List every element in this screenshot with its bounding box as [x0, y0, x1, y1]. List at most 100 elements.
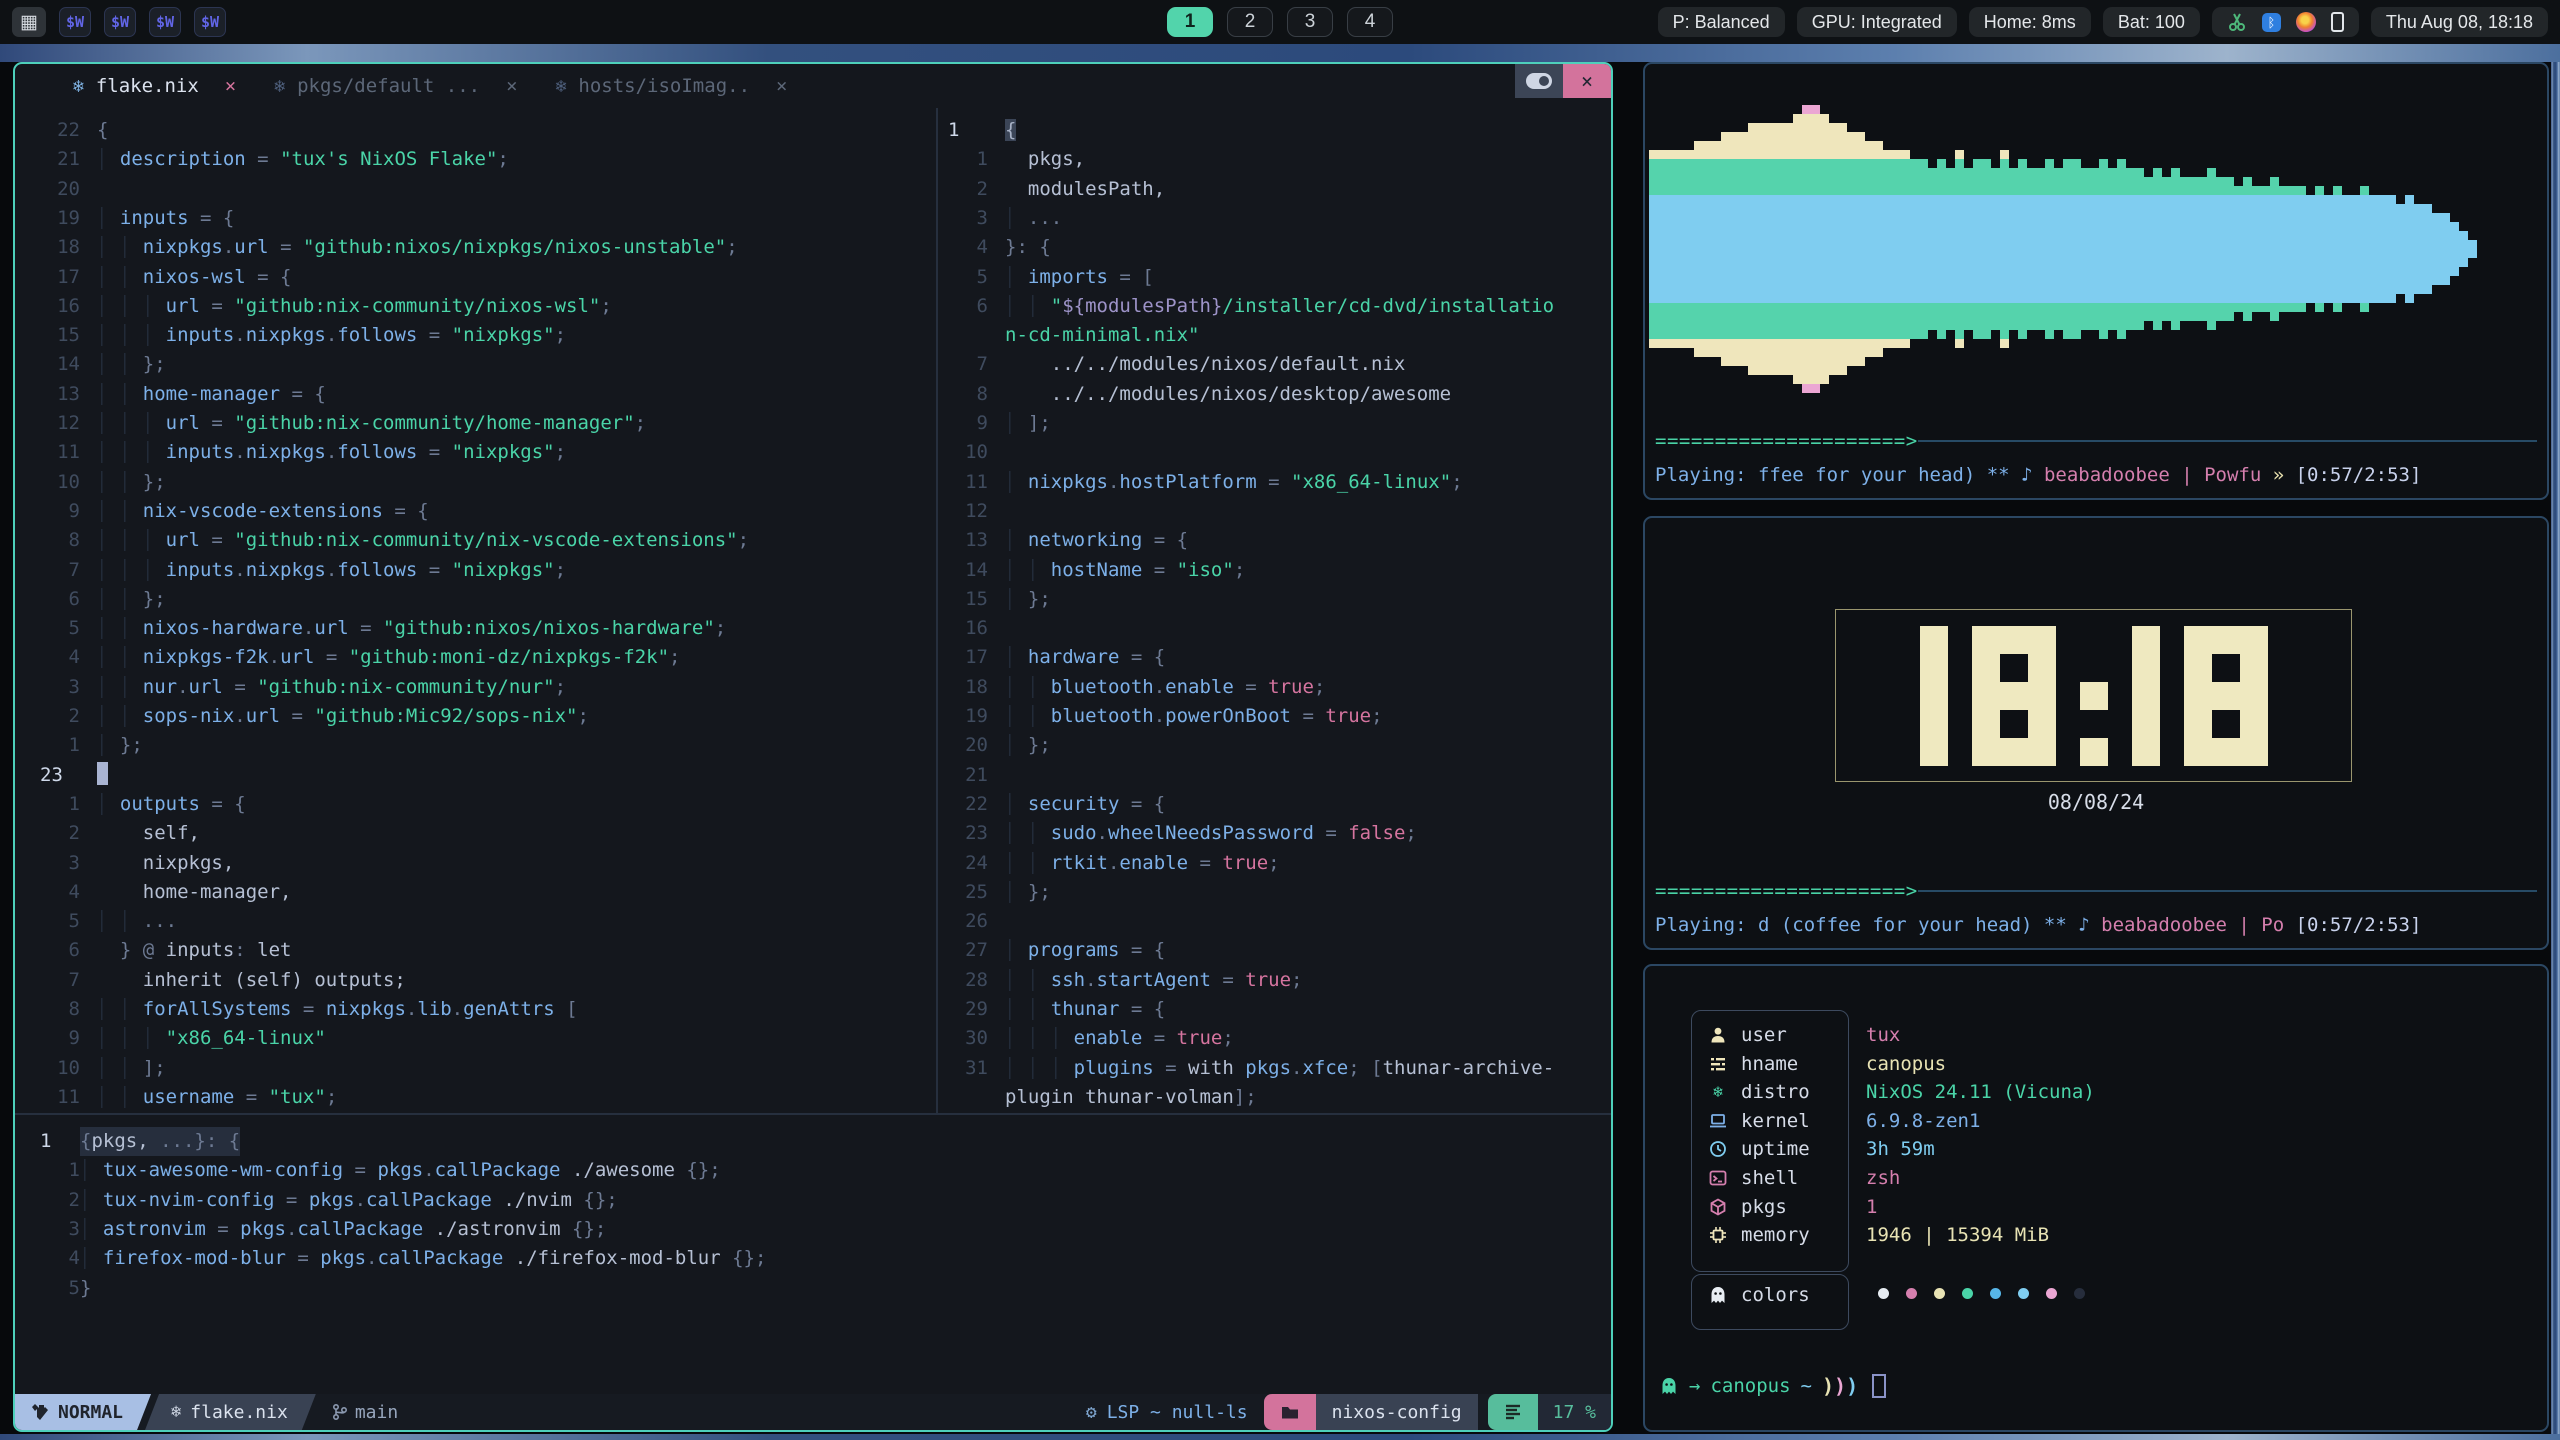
clock-digits [1920, 626, 2268, 766]
workspace-pill[interactable]: $W [194, 7, 226, 37]
viz-seg-blue [2207, 195, 2216, 303]
workspace-pill[interactable]: $W [59, 7, 91, 37]
terminal-cursor [1872, 1374, 1886, 1398]
viz-seg-green [2108, 303, 2117, 330]
viz-seg-green [1739, 303, 1748, 339]
workspace-pill[interactable]: $W [149, 7, 181, 37]
viz-seg-green [2045, 303, 2054, 339]
viz-bar [2333, 105, 2342, 393]
viz-seg-cream [1712, 141, 1721, 159]
viz-seg-green [2081, 168, 2090, 195]
viz-bar [2405, 105, 2414, 393]
code-text: pkgs, [1005, 145, 1085, 174]
viz-bar [2441, 105, 2450, 393]
clock-digit-1 [1920, 626, 1948, 766]
viz-seg-cream [1829, 123, 1838, 159]
viz-bar [2279, 105, 2288, 393]
status-pill[interactable]: Home: 8ms [1969, 7, 2091, 37]
viz-seg-green [1829, 159, 1838, 195]
viz-seg-green [1928, 303, 1937, 330]
viz-seg-green [2288, 303, 2297, 312]
viz-seg-blue [2459, 231, 2468, 267]
workspace-pill[interactable]: $W [104, 7, 136, 37]
viz-seg-green [1748, 159, 1757, 195]
tag-2[interactable]: 2 [1227, 7, 1273, 37]
tag-3[interactable]: 3 [1287, 7, 1333, 37]
viz-seg-green [2270, 303, 2279, 321]
viz-seg-green [2036, 168, 2045, 195]
viz-seg-green [2243, 177, 2252, 195]
viz-bar [2324, 105, 2333, 393]
digit-cell [1920, 626, 1948, 654]
viz-seg-blue [2234, 195, 2243, 303]
digit-cell [2240, 738, 2268, 766]
tag-bar: 1234 [1167, 7, 1393, 37]
viz-seg-blue [1901, 195, 1910, 303]
viz-bar [2126, 105, 2135, 393]
mode-segment: NORMAL [15, 1394, 151, 1430]
nix-snowflake-icon: ❄ [171, 1402, 181, 1422]
status-pill[interactable]: GPU: Integrated [1797, 7, 1957, 37]
digit-cell [2028, 710, 2056, 738]
viz-seg-green [2081, 303, 2090, 330]
digit-cell [1920, 738, 1948, 766]
viz-seg-cream [1694, 339, 1703, 357]
file-segment: ❄ flake.nix [145, 1394, 316, 1430]
flame-icon[interactable] [2296, 12, 2316, 32]
digit-cell [2132, 682, 2160, 710]
code-line: 20 }; [15, 731, 1611, 761]
bluetooth-icon[interactable]: ᛒ [2262, 13, 2281, 32]
status-pill[interactable]: Bat: 100 [2103, 7, 2200, 37]
code-pane-right[interactable]: 1{1 pkgs,2 modulesPath,3 ...4}: {5 impor… [15, 64, 1611, 1113]
digit-cell [2184, 682, 2212, 710]
launcher-grid-icon[interactable]: ▦ [12, 7, 46, 37]
digit-cell [2184, 654, 2212, 682]
fetch-row-memory: memory [1707, 1224, 1810, 1246]
project-segment[interactable]: nixos-config [1316, 1394, 1478, 1430]
viz-bar [1901, 105, 1910, 393]
colors-row: colors [1707, 1284, 1810, 1306]
branch-segment[interactable]: main [316, 1394, 414, 1430]
viz-seg-green [2000, 159, 2009, 195]
viz-seg-blue [2162, 195, 2171, 303]
tag-1[interactable]: 1 [1167, 7, 1213, 37]
tag-4[interactable]: 4 [1347, 7, 1393, 37]
digit-cell [2028, 626, 2056, 654]
viz-seg-cream [1811, 339, 1820, 384]
viz-bar [2216, 105, 2225, 393]
code-pane-bottom[interactable]: 1{pkgs, ...}: {1 tux-awesome-wm-config =… [15, 1113, 1611, 1393]
code-text: }; [1005, 731, 1051, 760]
clock-pill[interactable]: Thu Aug 08, 18:18 [2371, 7, 2548, 37]
digit-cell [1920, 710, 1948, 738]
color-swatch [1934, 1288, 1945, 1299]
viz-bar [1991, 105, 2000, 393]
digit-cell [2132, 626, 2160, 654]
viz-bar [2135, 105, 2144, 393]
network-scissors-icon[interactable] [2227, 12, 2247, 32]
viz-bar [1883, 105, 1892, 393]
viz-seg-blue [2009, 195, 2018, 303]
viz-seg-cream [2000, 339, 2009, 348]
viz-seg-cream [1892, 150, 1901, 159]
viz-seg-green [2000, 303, 2009, 339]
viz-seg-green [1667, 303, 1676, 339]
line-number: 19 [948, 702, 988, 731]
fetch-label: hname [1741, 1053, 1798, 1075]
viz-seg-blue [1928, 195, 1937, 303]
status-pill[interactable]: P: Balanced [1658, 7, 1785, 37]
viz-seg-cream [1829, 339, 1838, 375]
viz-seg-green [1973, 303, 1982, 339]
viz-seg-blue [2081, 195, 2090, 303]
viz-seg-cream [1757, 339, 1766, 375]
phone-icon[interactable] [2331, 12, 2344, 32]
viz-bar [2459, 105, 2468, 393]
fetch-label: user [1741, 1024, 1787, 1046]
viz-seg-green [2180, 177, 2189, 195]
shell-prompt[interactable]: → canopus ~ ))) [1659, 1374, 1886, 1398]
viz-seg-blue [1964, 195, 1973, 303]
viz-seg-green [2126, 168, 2135, 195]
code-text: tux-awesome-wm-config = pkgs.callPackage… [80, 1156, 721, 1185]
viz-bar [2063, 105, 2072, 393]
viz-seg-blue [1973, 195, 1982, 303]
viz-seg-blue [1667, 195, 1676, 303]
